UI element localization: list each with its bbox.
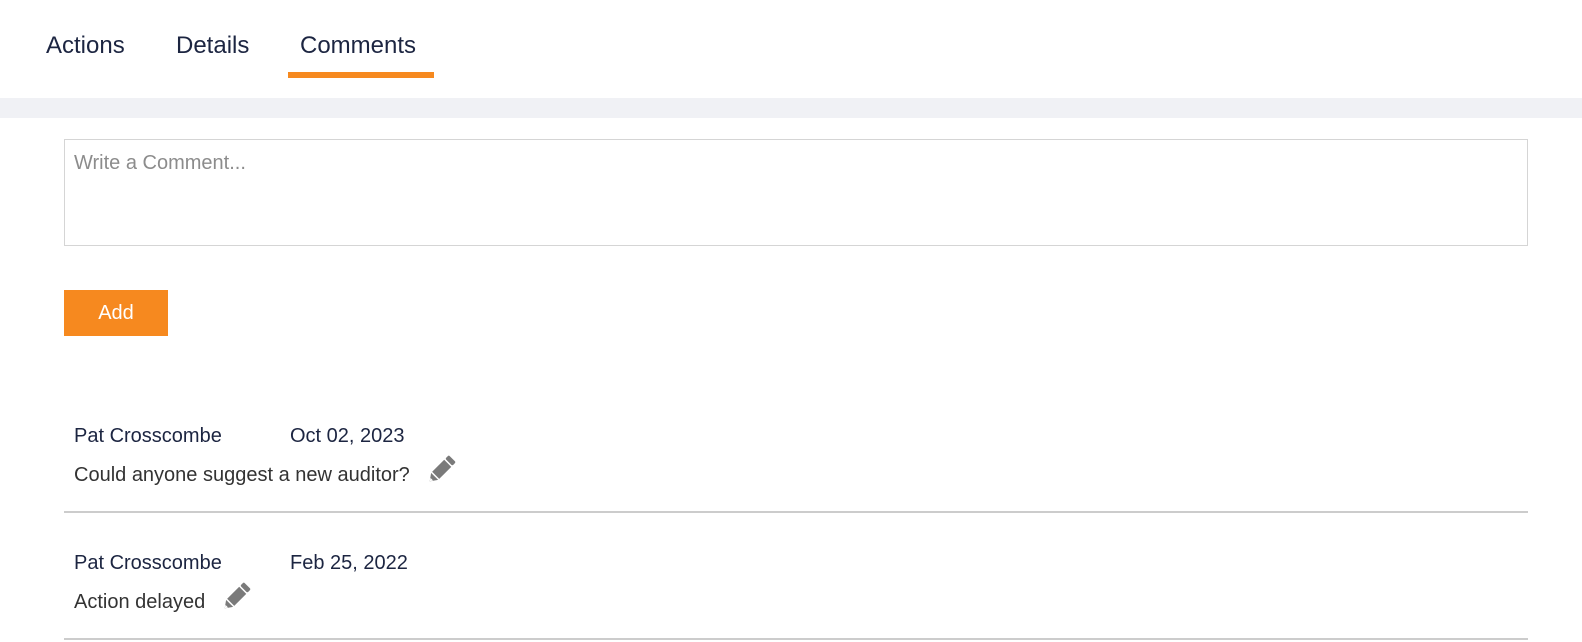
comment-body-row: Action delayed xyxy=(74,582,253,614)
comment-author: Pat Crosscombe xyxy=(74,425,222,447)
comment-body-row: Could anyone suggest a new auditor? xyxy=(74,455,458,487)
tab-bar: Actions Details Comments xyxy=(0,0,1582,98)
comment-author: Pat Crosscombe xyxy=(74,552,222,574)
tab-comments[interactable]: Comments xyxy=(300,32,416,60)
comment-text: Could anyone suggest a new auditor? xyxy=(74,463,410,486)
comment-text: Action delayed xyxy=(74,590,206,613)
comment-item: Pat Crosscombe Oct 02, 2023 Could anyone… xyxy=(64,385,1528,513)
section-separator-band xyxy=(0,98,1582,118)
comment-item: Pat Crosscombe Feb 25, 2022 Action delay… xyxy=(64,512,1528,640)
comment-input[interactable] xyxy=(64,139,1528,246)
comment-divider xyxy=(64,638,1528,640)
pencil-icon[interactable] xyxy=(219,580,253,614)
add-comment-button[interactable]: Add xyxy=(64,290,168,336)
active-tab-indicator xyxy=(288,72,434,78)
comment-date: Oct 02, 2023 xyxy=(290,425,405,447)
pencil-icon[interactable] xyxy=(424,453,458,487)
tab-actions[interactable]: Actions xyxy=(46,32,125,60)
tab-details[interactable]: Details xyxy=(176,32,249,60)
comment-date: Feb 25, 2022 xyxy=(290,552,408,574)
